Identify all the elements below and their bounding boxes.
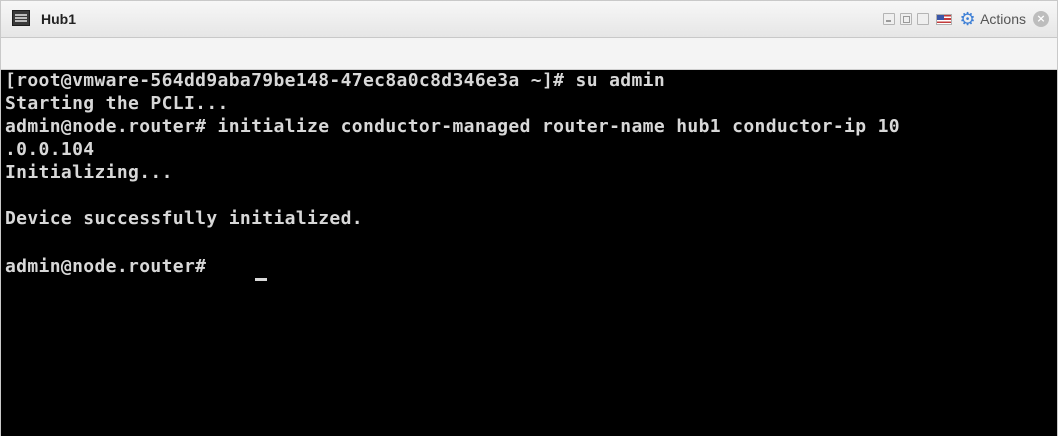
us-flag-icon[interactable] [936, 13, 953, 25]
terminal-line: admin@node.router# initialize conductor-… [5, 116, 900, 137]
console-window: Hub1 ⚙ Actions × [root@vmware-564dd9aba7… [0, 0, 1058, 436]
close-icon[interactable]: × [1033, 11, 1049, 27]
terminal-screen[interactable]: [root@vmware-564dd9aba79be148-47ec8a0c8d… [1, 70, 1057, 436]
actions-menu[interactable]: Actions [980, 11, 1026, 27]
terminal-line: Starting the PCLI... [5, 93, 229, 114]
maximize-icon[interactable] [917, 13, 930, 25]
terminal-prompt: admin@node.router# [5, 256, 218, 277]
title-bar: Hub1 ⚙ Actions × [1, 1, 1057, 38]
terminal-line: [root@vmware-564dd9aba79be148-47ec8a0c8d… [5, 70, 666, 91]
text-cursor [255, 278, 267, 281]
gear-icon[interactable]: ⚙ [959, 10, 976, 28]
terminal-line: .0.0.104 [5, 139, 95, 160]
console-icon [12, 10, 30, 26]
window-title: Hub1 [41, 11, 76, 27]
window-controls: ⚙ Actions × [883, 9, 1049, 29]
terminal-line: Initializing... [5, 162, 173, 183]
restore-icon[interactable] [900, 13, 913, 25]
toolbar [1, 38, 1057, 70]
terminal-line: Device successfully initialized. [5, 208, 363, 229]
minimize-icon[interactable] [883, 13, 896, 25]
